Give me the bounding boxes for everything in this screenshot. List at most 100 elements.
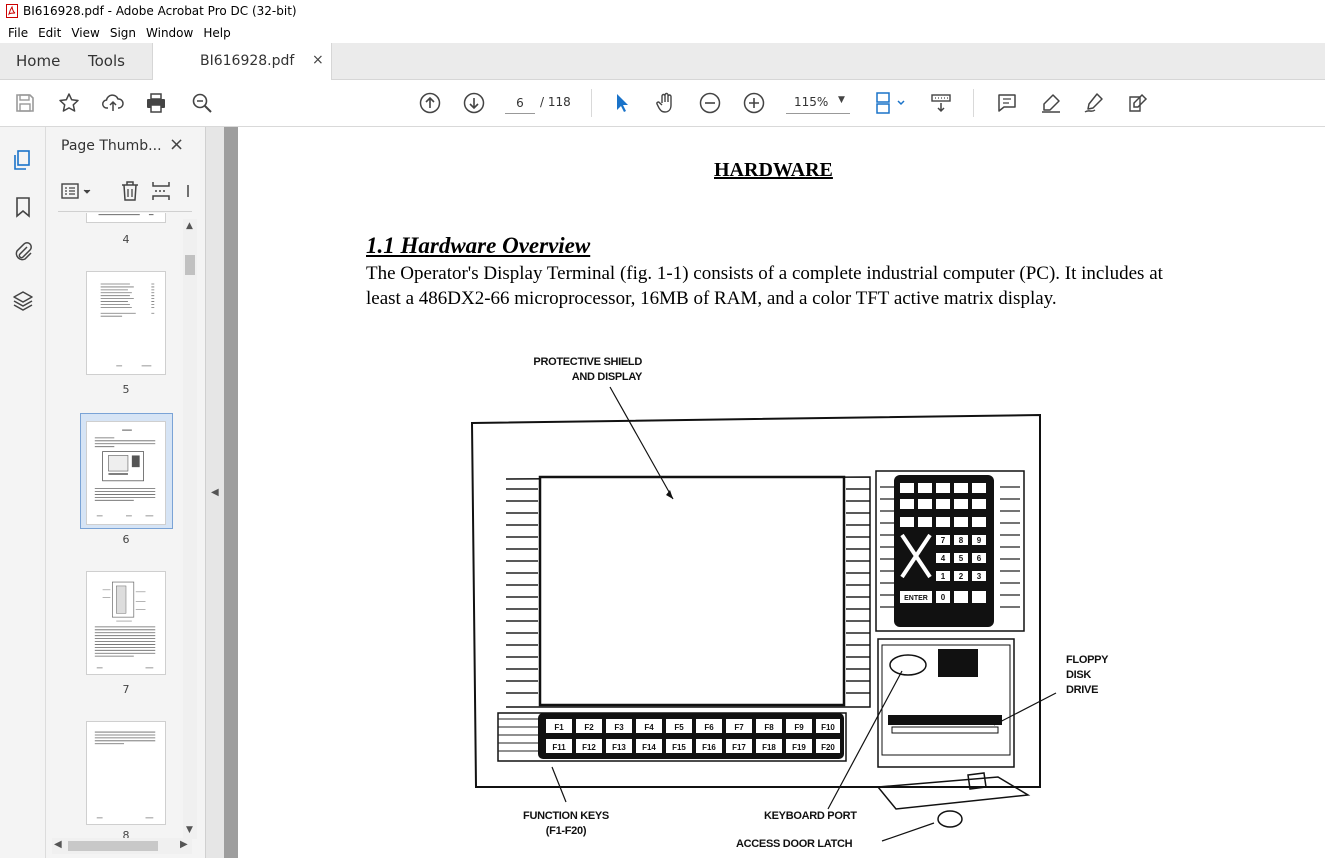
horizontal-scrollbar[interactable]: ◀ ▶: [52, 838, 192, 854]
tab-home[interactable]: Home: [16, 52, 60, 70]
function-key-label: F8: [764, 723, 774, 732]
tab-document[interactable]: BI616928.pdf ×: [152, 43, 332, 80]
bookmark-icon[interactable]: [11, 195, 35, 219]
zoom-in-icon[interactable]: [742, 91, 766, 115]
function-key-label: F13: [612, 743, 626, 752]
thumbnail-page-4[interactable]: [86, 213, 166, 223]
thumbnail-scrollbar[interactable]: ▲ ▼: [183, 219, 197, 839]
zoom-search-icon[interactable]: [190, 91, 214, 115]
panel-divider: [58, 211, 192, 212]
keypad-enter-label: ENTER: [904, 595, 928, 602]
function-key-label: F11: [552, 743, 566, 752]
function-key-label: F2: [584, 723, 594, 732]
function-key-label: F15: [672, 743, 686, 752]
panel-title: Page Thumb...: [61, 138, 162, 154]
scroll-right-icon[interactable]: ▶: [180, 839, 188, 850]
panel-collapse-handle[interactable]: ◀: [206, 127, 224, 858]
menu-edit[interactable]: Edit: [33, 26, 66, 40]
keypad-digit: 9: [977, 536, 982, 545]
acrobat-window: BI616928.pdf - Adobe Acrobat Pro DC (32-…: [0, 0, 1325, 858]
menu-sign[interactable]: Sign: [105, 26, 141, 40]
tab-tools[interactable]: Tools: [88, 52, 125, 70]
thumbnail-list: 4 5 6 7 8: [46, 213, 182, 838]
scrollbar-thumb[interactable]: [68, 841, 158, 851]
toolbar-divider: [973, 89, 974, 117]
tab-bar: Home Tools BI616928.pdf ×: [0, 43, 1325, 80]
function-key-label: F1: [554, 723, 564, 732]
left-navigation-rail: [0, 127, 46, 858]
upload-icon[interactable]: [101, 91, 125, 115]
function-key-label: F20: [821, 743, 835, 752]
menu-bar: File Edit View Sign Window Help: [0, 22, 1325, 43]
function-key-label: F4: [644, 723, 654, 732]
thumbnail-options-icon[interactable]: [60, 179, 91, 203]
keypad-digit: 0: [941, 593, 946, 602]
function-key-label: F9: [794, 723, 804, 732]
star-icon[interactable]: [57, 91, 81, 115]
highlight-icon[interactable]: [1039, 91, 1063, 115]
keypad-digit: 4: [941, 554, 946, 563]
menu-view[interactable]: View: [66, 26, 104, 40]
function-key-label: F3: [614, 723, 624, 732]
scrollbar-thumb[interactable]: [185, 255, 195, 275]
keypad-digit: 8: [959, 536, 964, 545]
menu-help[interactable]: Help: [198, 26, 235, 40]
thumbnail-page-6[interactable]: [86, 421, 166, 525]
delete-pages-icon[interactable]: [118, 179, 144, 203]
page-fit-icon[interactable]: [874, 91, 910, 115]
terminal-illustration: 7 8 9 4 5 6 1 2 3 ENTER 0 F1 F2 F3 F4 F5…: [470, 386, 1057, 842]
function-key-label: F12: [582, 743, 596, 752]
hand-icon[interactable]: [654, 91, 678, 115]
scroll-left-icon[interactable]: ◀: [54, 839, 62, 850]
thumbnail-page-7[interactable]: [86, 571, 166, 675]
scroll-down-icon[interactable]: ▼: [186, 825, 193, 835]
document-tab-title: BI616928.pdf: [200, 53, 295, 69]
close-tab-icon[interactable]: ×: [312, 52, 324, 68]
print-icon[interactable]: [144, 91, 168, 115]
zoom-out-icon[interactable]: [698, 91, 722, 115]
select-cursor-icon[interactable]: [610, 91, 634, 115]
page-thumbnails-panel: Page Thumb... × 4 5 6 7 8 ▲ ▼ ◀ ▶: [46, 127, 206, 858]
save-icon[interactable]: [13, 91, 37, 115]
thumbnail-label: 7: [122, 683, 130, 696]
callout-floppy-drive: FLOPPY DISK DRIVE: [1066, 654, 1109, 696]
zoom-dropdown[interactable]: 115% ▼: [786, 92, 850, 114]
comment-icon[interactable]: [995, 91, 1019, 115]
more-tools-icon[interactable]: [182, 179, 192, 203]
function-key-label: F7: [734, 723, 744, 732]
callout-keyboard-port: KEYBOARD PORT: [764, 810, 857, 822]
draw-icon[interactable]: [1082, 91, 1106, 115]
keypad-digit: 3: [977, 572, 982, 581]
chevron-down-icon: ▼: [838, 95, 845, 105]
thumbnail-page-8[interactable]: [86, 721, 166, 825]
fill-sign-icon[interactable]: [1126, 91, 1150, 115]
layers-icon[interactable]: [11, 289, 35, 313]
scroll-up-icon[interactable]: ▲: [186, 221, 193, 231]
page-thumbnails-icon[interactable]: [11, 148, 35, 172]
menu-window[interactable]: Window: [141, 26, 198, 40]
keypad-digit: 1: [941, 572, 946, 581]
extract-pages-icon[interactable]: [149, 179, 175, 203]
panel-toolbar: [46, 173, 194, 213]
thumbnail-page-5[interactable]: [86, 271, 166, 375]
function-key-label: F5: [674, 723, 684, 732]
function-key-label: F16: [702, 743, 716, 752]
close-panel-icon[interactable]: ×: [169, 134, 184, 155]
keypad-digit: 6: [977, 554, 982, 563]
prev-page-icon[interactable]: [418, 91, 442, 115]
section-title: 1.1 Hardware Overview: [366, 233, 591, 258]
function-key-label: F6: [704, 723, 714, 732]
menu-file[interactable]: File: [3, 26, 33, 40]
callout-protective-shield: PROTECTIVE SHIELD AND DISPLAY: [533, 356, 642, 383]
page-number-input[interactable]: [505, 92, 535, 114]
scroll-mode-icon[interactable]: [929, 91, 953, 115]
page-total: / 118: [540, 95, 571, 109]
pdf-page: HARDWARE 1.1 Hardware Overview The Opera…: [238, 127, 1325, 858]
thumbnail-label: 8: [122, 829, 130, 838]
acrobat-logo-icon: [6, 4, 18, 18]
title-bar: BI616928.pdf - Adobe Acrobat Pro DC (32-…: [0, 0, 1325, 22]
next-page-icon[interactable]: [462, 91, 486, 115]
main-toolbar: / 118 115% ▼: [0, 80, 1325, 127]
thumbnail-label: 6: [122, 533, 130, 546]
attachment-icon[interactable]: [11, 240, 35, 264]
